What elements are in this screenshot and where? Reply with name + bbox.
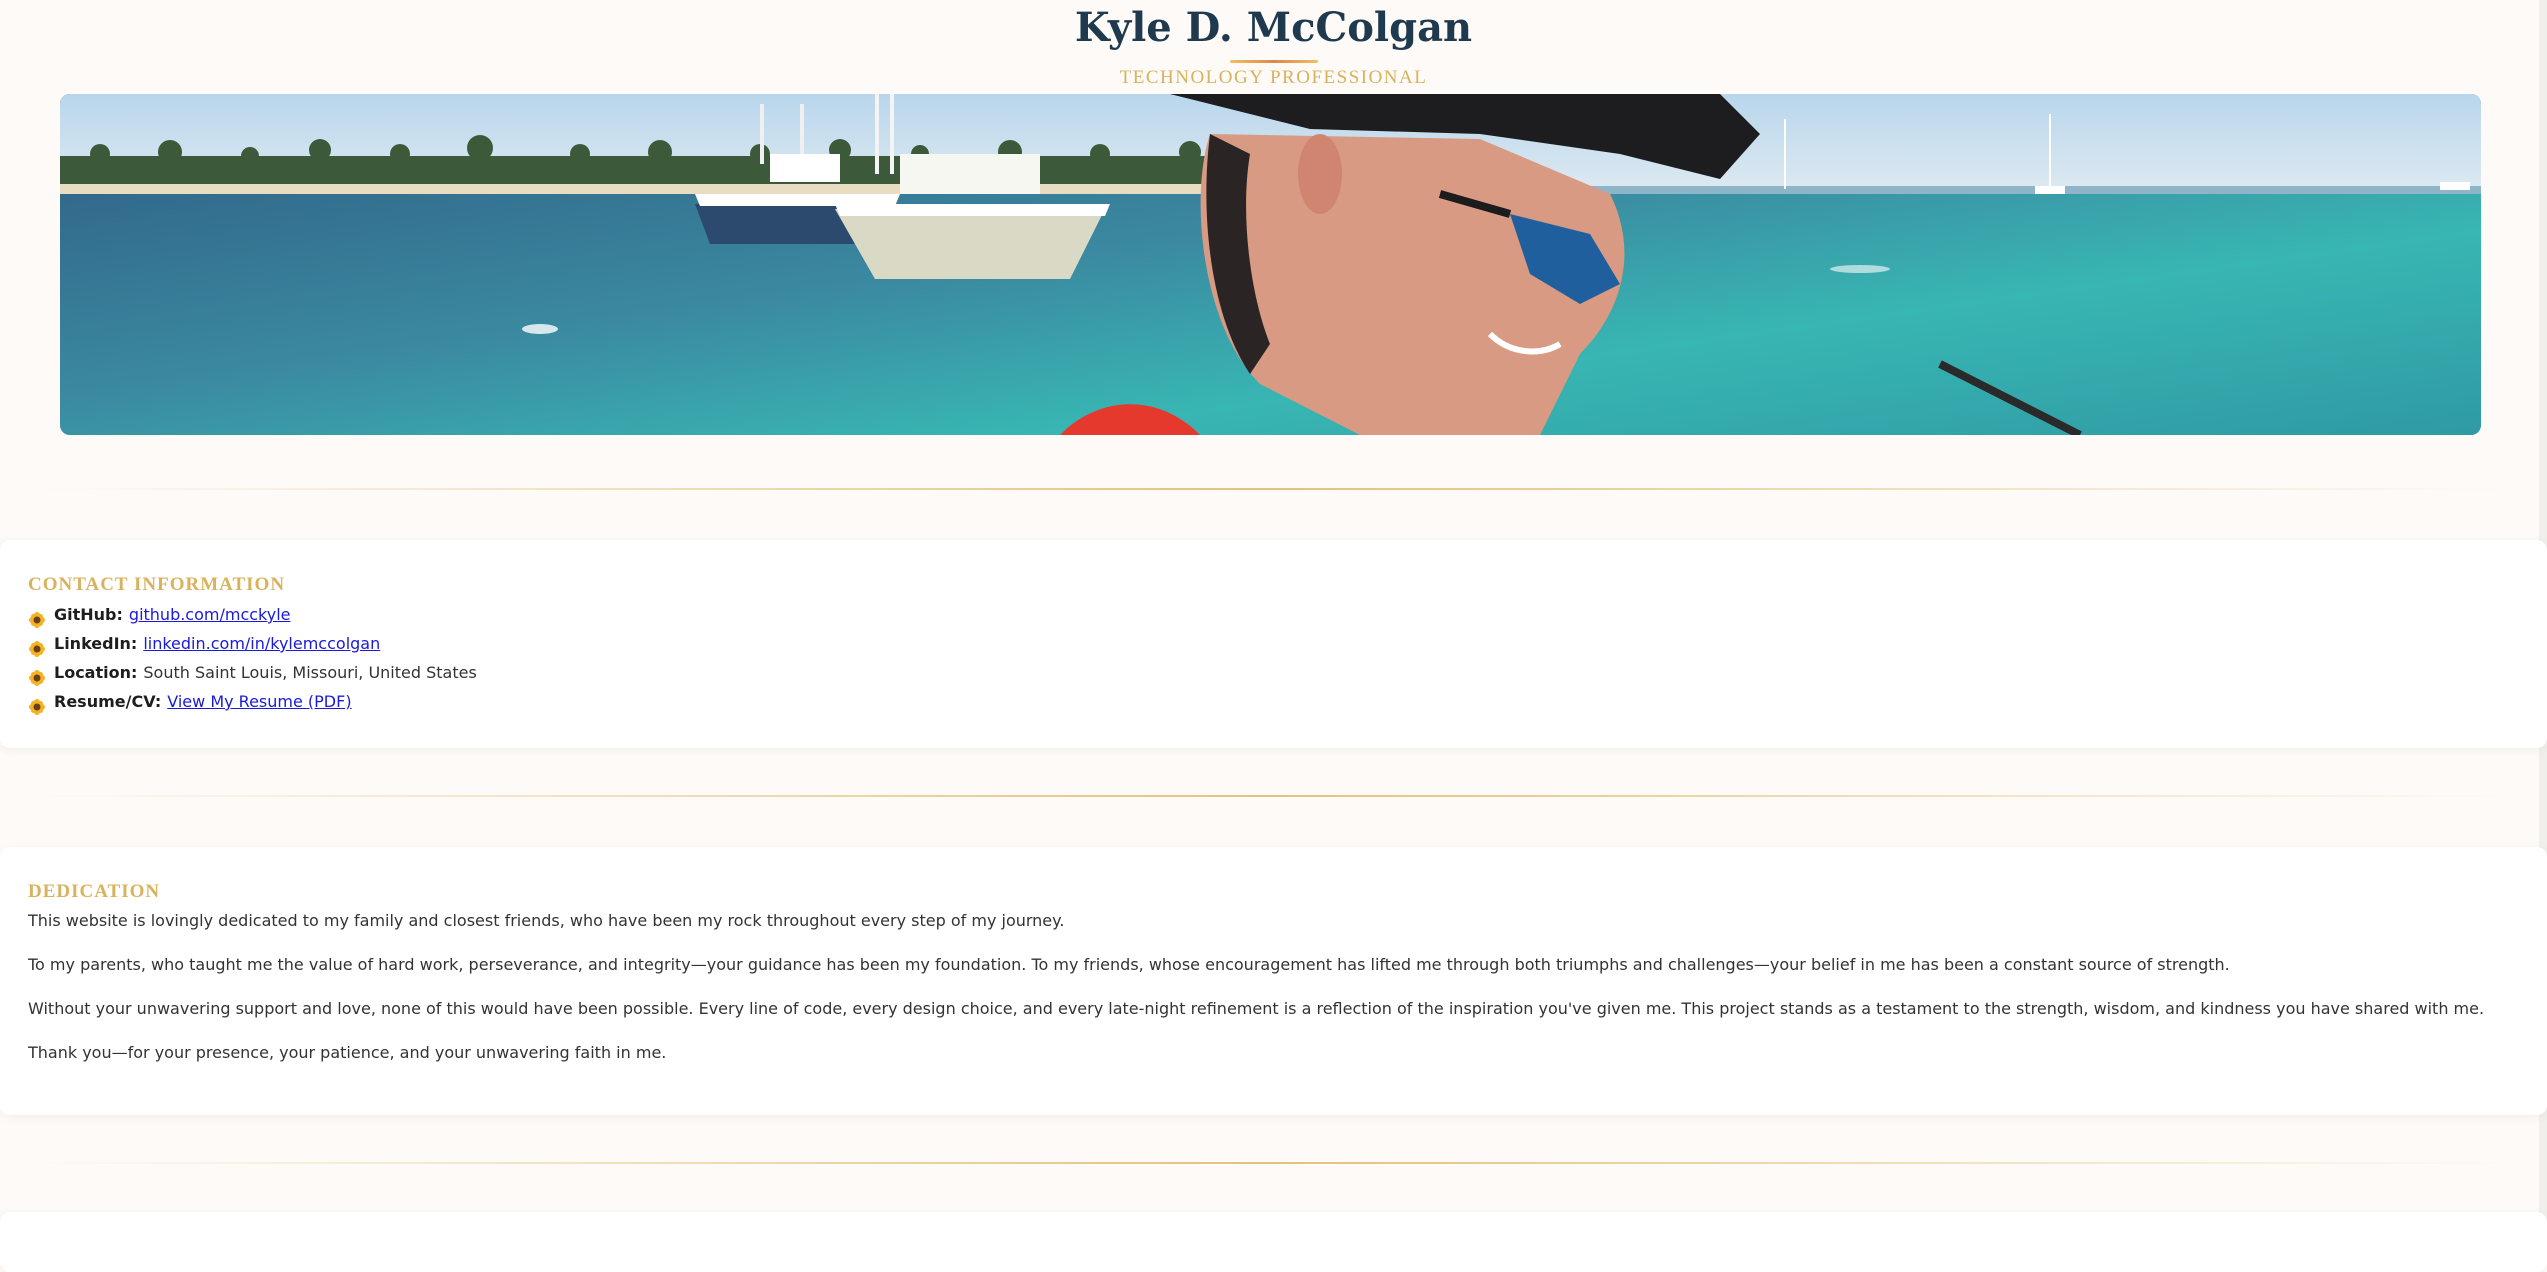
dedication-card: DEDICATION This website is lovingly dedi… bbox=[0, 847, 2547, 1115]
banner-photo bbox=[60, 94, 2481, 435]
section-divider bbox=[40, 795, 2500, 797]
site-tagline: TECHNOLOGY PROFESSIONAL bbox=[1119, 67, 1428, 88]
site-title: Kyle D. McColgan bbox=[1074, 4, 1473, 51]
resume-link[interactable]: View My Resume (PDF) bbox=[167, 687, 351, 716]
contact-item-github: GitHub: github.com/mcckyle bbox=[28, 600, 477, 629]
contact-label-github: GitHub: bbox=[54, 605, 123, 624]
contact-label-location: Location: bbox=[54, 663, 138, 682]
banner-photo-illustration bbox=[60, 94, 2481, 435]
contact-item-location: Location: South Saint Louis, Missouri, U… bbox=[28, 658, 477, 687]
contact-card: CONTACT INFORMATION GitHub: github.com/m… bbox=[0, 540, 2547, 748]
contact-label-linkedin: LinkedIn: bbox=[54, 634, 138, 653]
dedication-section-title: DEDICATION bbox=[28, 881, 161, 902]
dedication-paragraph: This website is lovingly dedicated to my… bbox=[28, 911, 1065, 930]
dedication-paragraph: To my parents, who taught me the value o… bbox=[28, 955, 2230, 974]
dedication-paragraph: Thank you—for your presence, your patien… bbox=[28, 1043, 667, 1062]
sunflower-icon bbox=[28, 609, 46, 628]
contact-list: GitHub: github.com/mcckyle LinkedIn: lin… bbox=[28, 600, 477, 716]
contact-section-title: CONTACT INFORMATION bbox=[28, 574, 286, 595]
linkedin-link[interactable]: linkedin.com/in/kylemccolgan bbox=[143, 629, 380, 658]
contact-item-resume: Resume/CV: View My Resume (PDF) bbox=[28, 687, 477, 716]
sunflower-icon bbox=[28, 638, 46, 657]
section-divider bbox=[40, 488, 2500, 490]
sunflower-icon bbox=[28, 667, 46, 686]
title-underline bbox=[1229, 60, 1318, 63]
contact-item-linkedin: LinkedIn: linkedin.com/in/kylemccolgan bbox=[28, 629, 477, 658]
next-section-card bbox=[0, 1212, 2547, 1272]
location-value: South Saint Louis, Missouri, United Stat… bbox=[143, 663, 477, 682]
sunflower-icon bbox=[28, 696, 46, 715]
site-header: Kyle D. McColgan TECHNOLOGY PROFESSIONAL bbox=[0, 0, 2547, 89]
dedication-paragraph: Without your unwavering support and love… bbox=[28, 999, 2485, 1018]
section-divider bbox=[40, 1162, 2500, 1164]
github-link[interactable]: github.com/mcckyle bbox=[129, 600, 291, 629]
contact-label-resume: Resume/CV: bbox=[54, 692, 162, 711]
